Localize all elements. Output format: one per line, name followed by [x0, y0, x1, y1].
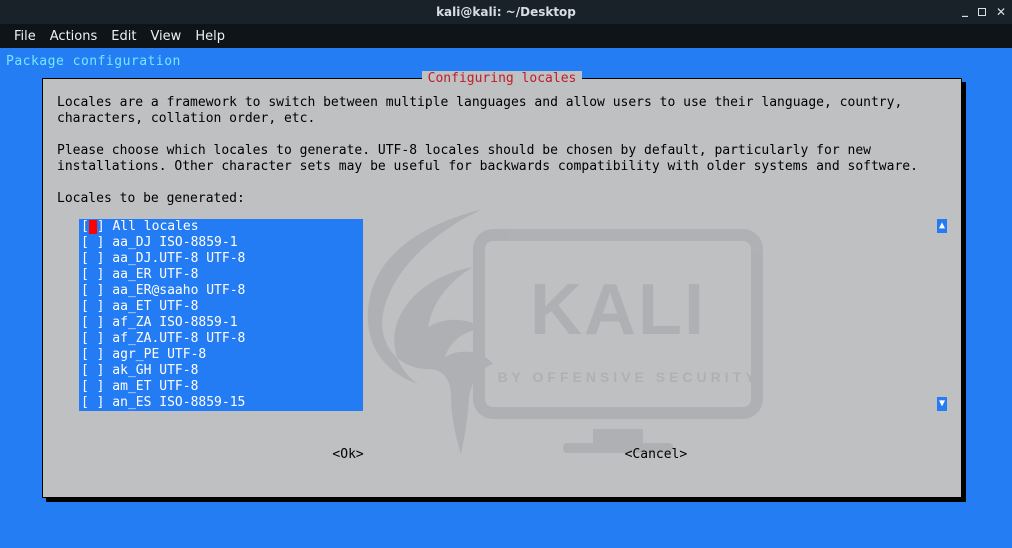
locale-option[interactable]: [ ] aa_DJ ISO-8859-1	[79, 235, 363, 251]
window-titlebar: kali@kali: ~/Desktop _ ✕	[0, 0, 1012, 24]
maximize-button[interactable]	[978, 8, 986, 16]
locale-option[interactable]: [ ] aa_DJ.UTF-8 UTF-8	[79, 251, 363, 267]
kali-watermark: KALI BY OFFENSIVE SECURITY	[333, 199, 893, 479]
dialog-button-row: <Ok> <Cancel>	[43, 447, 961, 462]
scroll-up-icon[interactable]: ▲	[937, 219, 947, 233]
locales-listbox[interactable]: [] All locales[ ] aa_DJ ISO-8859-1[ ] aa…	[79, 219, 363, 411]
watermark-brand: KALI	[503, 269, 733, 351]
package-configuration-header: Package configuration	[0, 48, 1012, 73]
close-button[interactable]: ✕	[996, 0, 1006, 24]
window-controls: _ ✕	[962, 0, 1006, 24]
menubar: File Actions Edit View Help	[0, 24, 1012, 48]
ok-button[interactable]: <Ok>	[198, 447, 498, 462]
dialog-title-row: Configuring locales	[43, 71, 961, 86]
locale-option[interactable]: [ ] agr_PE UTF-8	[79, 347, 363, 363]
locale-option[interactable]: [ ] aa_ET UTF-8	[79, 299, 363, 315]
locale-option[interactable]: [ ] an_ES ISO-8859-15	[79, 395, 363, 411]
locale-option[interactable]: [ ] ak_GH UTF-8	[79, 363, 363, 379]
locale-option[interactable]: [ ] am_ET UTF-8	[79, 379, 363, 395]
minimize-button[interactable]: _	[962, 0, 968, 22]
dialog-prompt: Locales to be generated:	[57, 191, 947, 207]
configuring-locales-dialog: KALI BY OFFENSIVE SECURITY Configuring l…	[42, 78, 962, 498]
terminal-area: Package configuration KALI BY OFFENSIVE …	[0, 48, 1012, 548]
dialog-paragraph-2: Please choose which locales to generate.…	[57, 143, 947, 175]
watermark-tagline: BY OFFENSIVE SECURITY	[478, 369, 778, 385]
dialog-title: Configuring locales	[422, 71, 583, 86]
menu-help[interactable]: Help	[195, 29, 225, 44]
cursor-icon	[89, 220, 97, 234]
window-title: kali@kali: ~/Desktop	[436, 5, 576, 19]
scroll-down-icon[interactable]: ▼	[937, 397, 947, 411]
locale-option[interactable]: [ ] af_ZA ISO-8859-1	[79, 315, 363, 331]
listbox-scrollbar[interactable]: ▲ ▼	[937, 219, 947, 411]
menu-view[interactable]: View	[150, 29, 181, 44]
locale-option[interactable]: [] All locales	[79, 219, 363, 235]
locale-option[interactable]: [ ] aa_ER UTF-8	[79, 267, 363, 283]
locale-option[interactable]: [ ] af_ZA.UTF-8 UTF-8	[79, 331, 363, 347]
menu-edit[interactable]: Edit	[111, 29, 136, 44]
locale-option[interactable]: [ ] aa_ER@saaho UTF-8	[79, 283, 363, 299]
menu-file[interactable]: File	[14, 29, 36, 44]
cancel-button[interactable]: <Cancel>	[506, 447, 806, 462]
dialog-paragraph-1: Locales are a framework to switch betwee…	[57, 95, 947, 127]
menu-actions[interactable]: Actions	[50, 29, 98, 44]
dragon-icon	[333, 199, 533, 459]
